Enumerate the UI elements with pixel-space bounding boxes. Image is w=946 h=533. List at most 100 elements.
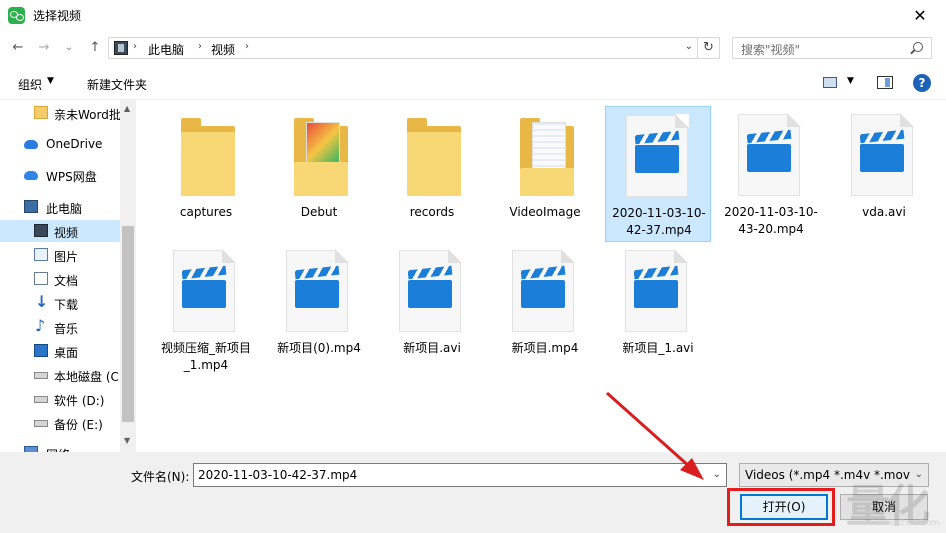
- videos-folder-icon: [34, 224, 48, 237]
- sidebar-item-label: 下载: [54, 298, 79, 312]
- open-button[interactable]: 打开(O): [740, 494, 828, 520]
- file-name: captures: [179, 205, 233, 219]
- command-toolbar: 组织 ▼ 新建文件夹 ▼ ?: [0, 66, 946, 100]
- music-folder-icon: [34, 316, 48, 335]
- file-name-line: 视频压缩_新项目: [160, 341, 251, 355]
- sidebar-item-label: 文档: [54, 274, 79, 288]
- video-item[interactable]: 视频压缩_新项目 _1.mp4: [153, 242, 259, 378]
- folder-with-documents-icon: [520, 118, 574, 196]
- preview-pane-icon[interactable]: [877, 76, 893, 89]
- recent-locations-chevron-icon[interactable]: ⌄: [60, 39, 78, 57]
- folder-icon: [34, 106, 48, 119]
- sidebar-item-label: 此电脑: [46, 202, 83, 216]
- folder-icon: [181, 118, 235, 196]
- sidebar-item-downloads[interactable]: 下载: [0, 292, 120, 314]
- watermark-logo: 量化 www.xz577.com: [846, 481, 940, 532]
- video-item[interactable]: 新项目.mp4: [492, 242, 598, 378]
- sidebar-item-label: 亲未Word批: [54, 108, 120, 122]
- change-view-icon[interactable]: [823, 77, 837, 88]
- sidebar-item-label: 本地磁盘 (C: [54, 370, 119, 384]
- folder-item-captures[interactable]: captures: [153, 106, 259, 242]
- file-list-view: captures Debut records VideoImage 2020-1…: [137, 100, 946, 452]
- search-placeholder: 搜索"视频": [741, 43, 801, 57]
- sidebar-item-documents[interactable]: 文档: [0, 268, 120, 290]
- view-options-caret-icon[interactable]: ▼: [847, 76, 854, 86]
- breadcrumb-separator-icon[interactable]: ›: [198, 41, 202, 52]
- sidebar-item-music[interactable]: 音乐: [0, 316, 120, 338]
- folder-item-videoimage[interactable]: VideoImage: [492, 106, 598, 242]
- file-name-line: 43-20.mp4: [738, 222, 804, 236]
- address-bar[interactable]: › 此电脑 › 视频 › ⌄: [108, 37, 698, 59]
- breadcrumb-separator-icon[interactable]: ›: [133, 41, 137, 52]
- video-item[interactable]: vda.avi: [831, 106, 937, 242]
- breadcrumb-this-pc[interactable]: 此电脑: [148, 41, 184, 58]
- video-file-icon: [851, 113, 914, 196]
- sidebar-item-label: 桌面: [54, 346, 79, 360]
- search-icon: [913, 42, 923, 52]
- scroll-up-icon[interactable]: ▲: [124, 104, 130, 113]
- sidebar-item-label: 软件 (D:): [54, 394, 105, 408]
- breadcrumb-videos[interactable]: 视频: [211, 41, 235, 58]
- sidebar-item-videos[interactable]: 视频: [0, 220, 120, 242]
- drive-icon: [34, 420, 48, 427]
- back-arrow-icon[interactable]: ←: [9, 39, 27, 57]
- window-title: 选择视频: [33, 9, 82, 23]
- video-file-icon: [399, 249, 462, 332]
- video-item-selected[interactable]: 2020-11-03-10- 42-37.mp4: [605, 106, 711, 242]
- sidebar-item-wps[interactable]: WPS网盘: [0, 164, 120, 186]
- folder-item-debut[interactable]: Debut: [266, 106, 372, 242]
- sidebar-item-label: WPS网盘: [46, 170, 97, 184]
- desktop-folder-icon: [34, 344, 48, 357]
- video-item[interactable]: 2020-11-03-10- 43-20.mp4: [718, 106, 824, 242]
- organize-menu-button[interactable]: 组织: [18, 76, 42, 93]
- title-bar: 选择视频 ✕: [0, 0, 946, 31]
- scrollbar-thumb[interactable]: [122, 226, 134, 422]
- scroll-down-icon[interactable]: ▼: [124, 436, 130, 445]
- filename-input[interactable]: 2020-11-03-10-42-37.mp4 ⌄: [193, 463, 727, 487]
- organize-caret-icon[interactable]: ▼: [47, 76, 54, 86]
- address-history-chevron-icon[interactable]: ⌄: [685, 41, 693, 52]
- sidebar-scrollbar[interactable]: ▲ ▼: [120, 100, 136, 452]
- folder-item-records[interactable]: records: [379, 106, 485, 242]
- wps-cloud-icon: [24, 171, 38, 180]
- video-item[interactable]: 新项目_1.avi: [605, 242, 711, 378]
- new-folder-button[interactable]: 新建文件夹: [87, 76, 147, 93]
- file-dialog-footer: 文件名(N): 2020-11-03-10-42-37.mp4 ⌄ Videos…: [0, 452, 946, 533]
- filename-history-chevron-icon[interactable]: ⌄: [713, 469, 721, 480]
- sidebar-item-word-folder[interactable]: 亲未Word批: [0, 102, 120, 124]
- navigation-pane: 亲未Word批 OneDrive WPS网盘 此电脑 视频 图片 文档 下载 音…: [0, 100, 120, 452]
- file-name: records: [409, 205, 455, 219]
- up-arrow-icon[interactable]: ↑: [86, 39, 104, 57]
- documents-folder-icon: [34, 272, 48, 285]
- search-input[interactable]: 搜索"视频": [732, 37, 932, 59]
- sidebar-item-local-disk-c[interactable]: 本地磁盘 (C: [0, 364, 120, 386]
- file-name: Debut: [300, 205, 338, 219]
- pictures-folder-icon: [34, 248, 48, 261]
- sidebar-item-drive-d[interactable]: 软件 (D:): [0, 388, 120, 410]
- file-name-line: 2020-11-03-10-: [612, 206, 706, 220]
- filename-value: 2020-11-03-10-42-37.mp4: [198, 468, 358, 482]
- wechat-app-icon: [8, 7, 25, 24]
- help-icon[interactable]: ?: [913, 74, 931, 92]
- file-name: VideoImage: [509, 205, 581, 219]
- video-file-icon: [626, 114, 689, 197]
- onedrive-cloud-icon: [24, 140, 38, 149]
- sidebar-item-label: 图片: [54, 250, 79, 264]
- videos-location-icon: [114, 41, 128, 55]
- sidebar-item-onedrive[interactable]: OneDrive: [0, 133, 120, 155]
- breadcrumb-separator-icon[interactable]: ›: [245, 41, 249, 52]
- sidebar-item-drive-e[interactable]: 备份 (E:): [0, 412, 120, 434]
- file-name: vda.avi: [862, 205, 906, 219]
- local-disk-icon: [34, 372, 48, 379]
- file-name-line: 42-37.mp4: [626, 223, 692, 237]
- close-button[interactable]: ✕: [900, 0, 940, 31]
- refresh-icon[interactable]: ↻: [698, 37, 720, 59]
- sidebar-item-desktop[interactable]: 桌面: [0, 340, 120, 362]
- video-item[interactable]: 新项目.avi: [379, 242, 485, 378]
- sidebar-item-label: OneDrive: [46, 137, 103, 151]
- sidebar-item-network[interactable]: 网络: [0, 442, 120, 452]
- sidebar-item-this-pc[interactable]: 此电脑: [0, 196, 120, 218]
- video-item[interactable]: 新项目(0).mp4: [266, 242, 372, 378]
- forward-arrow-icon[interactable]: →: [35, 39, 53, 57]
- sidebar-item-pictures[interactable]: 图片: [0, 244, 120, 266]
